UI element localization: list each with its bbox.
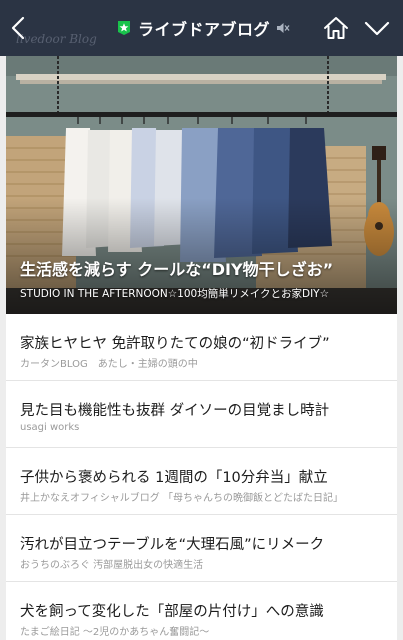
home-icon (324, 17, 348, 39)
article-source: カータンBLOG あたし・主婦の頭の中 (20, 359, 198, 370)
featured-source: STUDIO IN THE AFTERNOON☆100均簡単リメイクとお家DIY… (20, 288, 329, 300)
article-list: 家族ヒヤヒヤ 免許取りたての娘の“初ドライブ” カータンBLOG あたし・主婦の… (6, 314, 397, 640)
home-button[interactable] (322, 14, 350, 42)
article-title: 見た目も機能性も抜群 ダイソーの目覚まし時計 (20, 403, 330, 419)
list-item[interactable]: 汚れが目立つテーブルを“大理石風”にリメーク おうちのぶろぐ 汚部屋脱出女の快適… (6, 515, 397, 582)
header-title-group: ライブドアブログ (116, 0, 290, 56)
back-button[interactable] (0, 0, 36, 56)
article-source: おうちのぶろぐ 汚部屋脱出女の快適生活 (20, 560, 204, 571)
mute-icon (277, 23, 290, 33)
list-item[interactable]: 家族ヒヤヒヤ 免許取りたての娘の“初ドライブ” カータンBLOG あたし・主婦の… (6, 314, 397, 381)
article-title: 汚れが目立つテーブルを“大理石風”にリメーク (20, 537, 325, 553)
top-bar: ライブドアブログ livedoor Blog (0, 0, 403, 56)
article-source: usagi works (20, 422, 80, 433)
list-item[interactable]: 犬を飼って変化した「部屋の片付け」への意識 たまご絵日記 ～2児のかあちゃん奮闘… (6, 582, 397, 640)
featured-article[interactable]: 生活感を減らす クールな“DIY物干しざお” STUDIO IN THE AFT… (6, 56, 397, 314)
ghost-watermark: livedoor Blog (16, 32, 97, 46)
list-item[interactable]: 子供から褒められる 1週間の「10分弁当」献立 井上かなえオフィシャルブログ 「… (6, 448, 397, 515)
article-source: 井上かなえオフィシャルブログ 「母ちゃんちの晩御飯とどたばた日記」 (20, 493, 343, 504)
article-title: 犬を飼って変化した「部屋の片付け」への意識 (20, 604, 324, 620)
page-title: ライブドアブログ (138, 20, 271, 39)
menu-toggle-button[interactable] (362, 14, 392, 42)
featured-title: 生活感を減らす クールな“DIY物干しざお” (20, 260, 334, 279)
article-title: 子供から褒められる 1週間の「10分弁当」献立 (20, 470, 328, 486)
chevron-down-icon (364, 21, 390, 36)
article-source: たまご絵日記 ～2児のかあちゃん奮闘記～ (20, 627, 210, 638)
article-title: 家族ヒヤヒヤ 免許取りたての娘の“初ドライブ” (20, 336, 330, 352)
list-item[interactable]: 見た目も機能性も抜群 ダイソーの目覚まし時計 usagi works (6, 381, 397, 448)
star-badge-icon (118, 21, 130, 35)
